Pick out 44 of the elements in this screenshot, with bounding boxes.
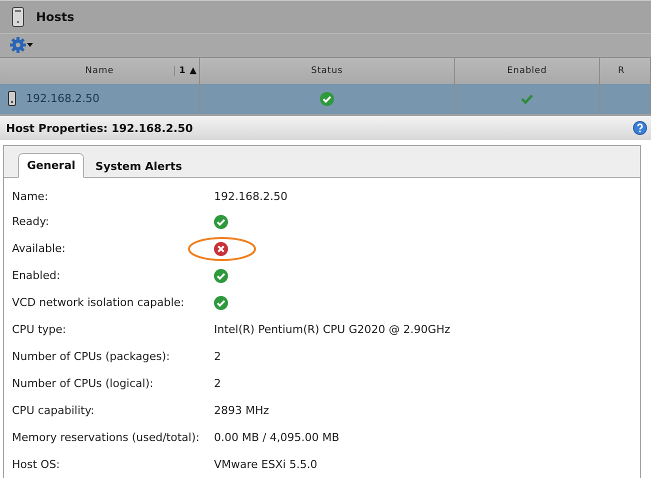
table-cell[interactable]: 192.168.2.50	[0, 84, 200, 114]
column-label: Enabled	[507, 66, 547, 76]
settings-icon	[10, 37, 34, 54]
server-icon	[12, 7, 24, 28]
check-circle-icon	[214, 268, 228, 282]
field-value: 192.168.2.50	[214, 190, 288, 202]
field-label: Memory reservations (used/total):	[12, 431, 200, 444]
tab[interactable]: General	[18, 153, 84, 178]
column-label: R	[618, 66, 625, 76]
check-circle-icon	[320, 92, 334, 106]
checkmark-icon	[521, 94, 533, 104]
properties-title: Host Properties: 192.168.2.50	[6, 122, 193, 135]
check-circle-icon	[214, 214, 228, 228]
column-header[interactable]: Status	[200, 56, 455, 84]
sort-indicator[interactable]: 1 ▲	[174, 66, 197, 76]
column-header[interactable]: Name 1 ▲	[0, 56, 200, 84]
check-circle-icon	[214, 296, 228, 310]
column-label: Name	[85, 66, 114, 76]
field-value: 2893 MHz	[214, 404, 270, 417]
field-label: CPU capability:	[12, 404, 96, 417]
column-header[interactable]: R	[600, 56, 651, 84]
column-header[interactable]: Enabled	[455, 56, 600, 84]
field-value: VMware ESXi 5.5.0	[214, 458, 318, 471]
field-label: Number of CPUs (packages):	[12, 350, 171, 363]
field-value: 2	[214, 350, 222, 363]
field-label: VCD network isolation capable:	[12, 296, 186, 309]
tab[interactable]: System Alerts	[86, 155, 192, 178]
field-value: Intel(R) Pentium(R) CPU G2020 @ 2.90GHz	[214, 323, 452, 336]
field-label: Number of CPUs (logical):	[12, 377, 154, 390]
host-name: 192.168.2.50	[26, 92, 100, 106]
field-label: Name:	[12, 190, 50, 202]
field-value: 2	[214, 377, 222, 390]
panel-title: Hosts	[36, 10, 74, 24]
help-icon[interactable]	[633, 121, 647, 136]
field-label: Enabled:	[12, 269, 62, 282]
field-label: Host OS:	[12, 458, 61, 471]
field-label: Available:	[12, 242, 66, 255]
field-label: Ready:	[12, 215, 50, 228]
field-label: CPU type:	[12, 323, 68, 336]
settings-button[interactable]	[10, 37, 34, 54]
error-circle-icon	[214, 242, 228, 256]
column-label: Status	[311, 66, 343, 76]
server-icon	[8, 91, 16, 106]
field-value: 0.00 MB / 4,095.00 MB	[214, 431, 340, 444]
